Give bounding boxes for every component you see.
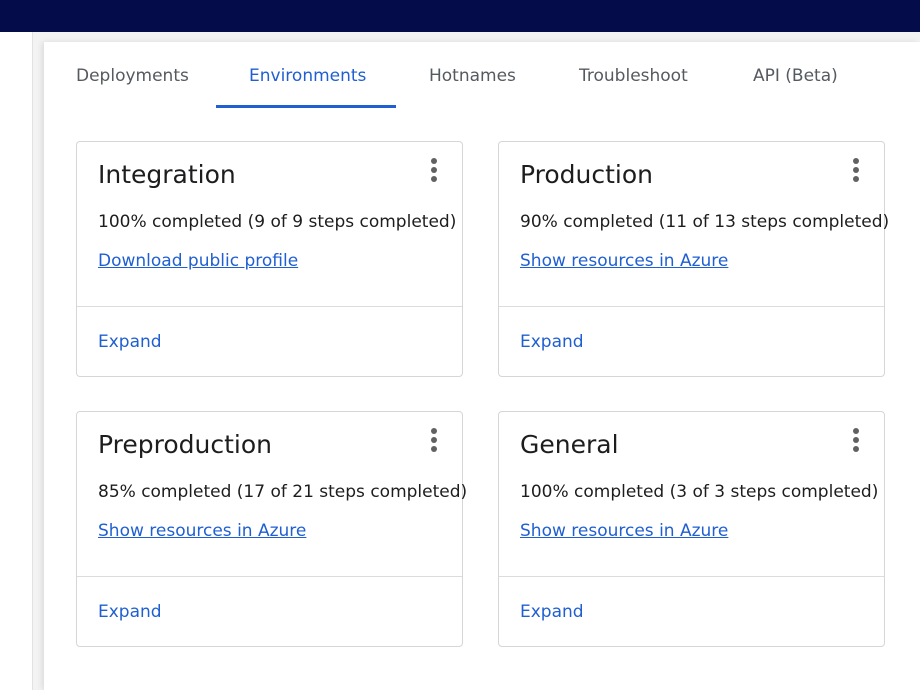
kebab-vertical-icon[interactable] <box>426 426 442 454</box>
card-status: 85% completed (17 of 21 steps completed) <box>98 482 468 502</box>
card-status: 90% completed (11 of 13 steps completed) <box>520 212 890 232</box>
tab-deployments[interactable]: Deployments <box>76 42 189 106</box>
environment-card-preproduction: Preproduction 85% completed (17 of 21 st… <box>76 411 467 647</box>
card-title: Preproduction <box>98 430 272 459</box>
card-status: 100% completed (9 of 9 steps completed) <box>98 212 457 232</box>
tab-hotnames[interactable]: Hotnames <box>429 42 516 106</box>
tab-bar: Deployments Environments Hotnames Troubl… <box>44 42 920 108</box>
show-resources-in-azure-link[interactable]: Show resources in Azure <box>520 251 728 271</box>
environment-card-production: Production 90% completed (11 of 13 steps… <box>498 141 889 377</box>
tab-troubleshoot[interactable]: Troubleshoot <box>579 42 688 106</box>
kebab-vertical-icon[interactable] <box>426 156 442 184</box>
environment-card-general: General 100% completed (3 of 3 steps com… <box>498 411 885 647</box>
tab-api-beta[interactable]: API (Beta) <box>753 42 838 106</box>
expand-button[interactable]: Expand <box>520 602 584 622</box>
environment-card-integration: Integration 100% completed (9 of 9 steps… <box>76 141 463 377</box>
card-divider <box>77 306 462 307</box>
show-resources-in-azure-link[interactable]: Show resources in Azure <box>98 521 306 541</box>
card-title: Integration <box>98 160 236 189</box>
card-divider <box>77 576 462 577</box>
left-sidebar <box>0 32 33 690</box>
card-divider <box>499 576 884 577</box>
show-resources-in-azure-link[interactable]: Show resources in Azure <box>520 521 728 541</box>
expand-button[interactable]: Expand <box>98 332 162 352</box>
top-app-bar <box>0 0 920 32</box>
kebab-vertical-icon[interactable] <box>848 426 864 454</box>
card-title: General <box>520 430 619 459</box>
download-public-profile-link[interactable]: Download public profile <box>98 251 298 271</box>
active-tab-indicator <box>216 105 396 108</box>
main-panel: Deployments Environments Hotnames Troubl… <box>44 42 920 690</box>
kebab-vertical-icon[interactable] <box>848 156 864 184</box>
card-title: Production <box>520 160 654 189</box>
expand-button[interactable]: Expand <box>98 602 162 622</box>
tab-environments[interactable]: Environments <box>249 42 366 106</box>
expand-button[interactable]: Expand <box>520 332 584 352</box>
card-status: 100% completed (3 of 3 steps completed) <box>520 482 879 502</box>
card-divider <box>499 306 884 307</box>
